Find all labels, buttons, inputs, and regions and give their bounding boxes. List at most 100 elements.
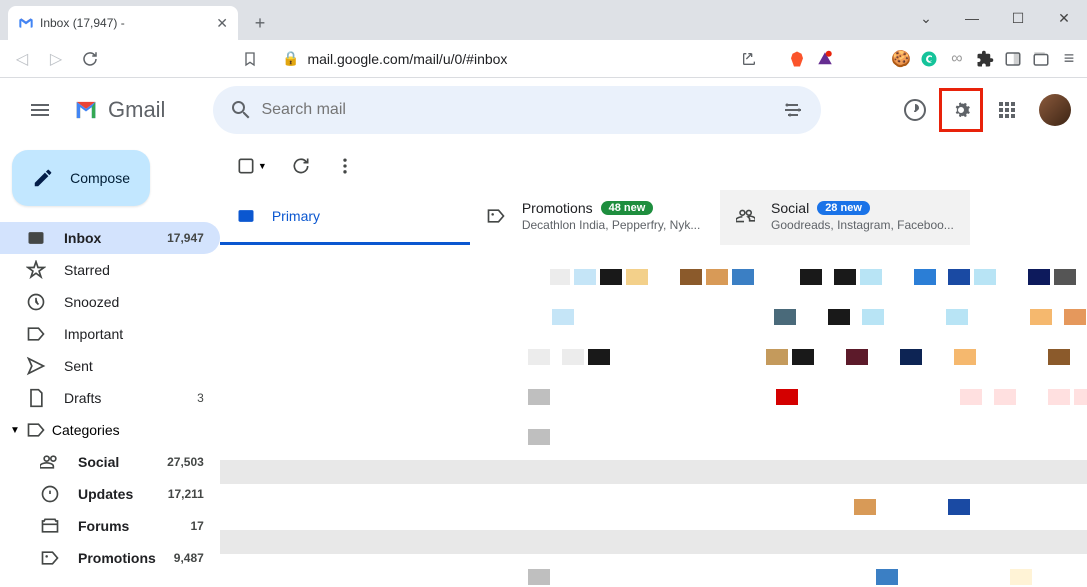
nav-label: Important [64,326,186,342]
extension-icons: 🍪 ∞ ≡ [787,49,1079,69]
url-text: mail.google.com/mail/u/0/#inbox [307,51,733,67]
brave-icon[interactable] [787,49,807,69]
nav-forward-icon[interactable]: ▷ [42,45,70,73]
cat-label: Updates [78,486,150,502]
nav-label: Inbox [64,230,149,246]
nav-snoozed[interactable]: Snoozed [0,286,220,318]
nav-inbox[interactable]: Inbox17,947 [0,222,220,254]
cat-count: 27,503 [167,455,204,469]
search-options-icon[interactable] [773,98,813,122]
email-row-redacted[interactable] [280,260,1087,294]
grammarly-icon[interactable] [919,49,939,69]
category-updates[interactable]: Updates17,211 [0,478,220,510]
social-badge: 28 new [817,201,870,215]
tab-primary-label: Primary [272,208,320,224]
toolbar: ▼ 1–50 of 19,203 ▼ [220,142,1087,190]
categories-label: Categories [52,422,120,438]
link-icon[interactable]: ∞ [947,49,967,69]
sent-icon [26,356,46,376]
cat-label: Social [78,454,149,470]
settings-highlight [939,88,983,132]
nav-label: Starred [64,262,186,278]
email-list[interactable] [220,246,1087,587]
nav-back-icon[interactable]: ◁ [8,45,36,73]
starred-icon [26,260,46,280]
bookmark-icon[interactable] [236,45,264,73]
nav-label: Drafts [64,390,179,406]
window-close-icon[interactable]: ✕ [1041,2,1087,34]
categories-header[interactable]: ▼ Categories [0,414,220,446]
forums-icon [40,516,60,536]
email-row-redacted[interactable] [280,380,1087,414]
tab-social[interactable]: Social 28 new Goodreads, Instagram, Face… [720,190,970,245]
refresh-icon[interactable] [291,156,311,176]
search-icon[interactable] [221,98,261,122]
email-row-redacted[interactable] [220,530,1087,554]
support-icon[interactable] [895,90,935,130]
tab-promotions-sub: Decathlon India, Pepperfry, Nyk... [522,218,701,232]
tab-close-icon[interactable]: ✕ [216,15,228,32]
cookie-icon[interactable]: 🍪 [891,49,911,69]
search-input[interactable] [261,101,773,119]
email-row-redacted[interactable] [280,300,1087,334]
email-row-redacted[interactable] [280,420,1087,454]
main-menu-icon[interactable] [16,86,64,134]
window-controls: ⌄ — ☐ ✕ [903,2,1087,34]
nav-drafts[interactable]: Drafts 3 [0,382,220,414]
apps-icon[interactable] [987,90,1027,130]
caret-down-icon: ▼ [258,161,267,171]
nav-reload-icon[interactable] [76,45,104,73]
email-row-redacted[interactable] [280,490,1087,524]
lock-icon: 🔒 [282,50,299,67]
cat-label: Forums [78,518,172,534]
account-avatar[interactable] [1039,94,1071,126]
chevron-down-icon: ▼ [10,425,20,436]
email-row-redacted[interactable] [280,560,1087,587]
gmail-favicon [18,15,34,31]
category-forums[interactable]: Forums 17 [0,510,220,542]
compose-label: Compose [70,170,130,186]
tabs-dropdown-icon[interactable]: ⌄ [903,2,949,34]
email-row-redacted[interactable] [220,460,1087,484]
snoozed-icon [26,292,46,312]
wallet-icon[interactable] [1031,49,1051,69]
more-icon[interactable] [335,156,355,176]
tab-primary[interactable]: Primary [220,190,470,245]
tab-promotions[interactable]: Promotions 48 new Decathlon India, Peppe… [470,190,720,245]
important-icon [26,324,46,344]
share-icon[interactable] [741,51,757,67]
sidepanel-icon[interactable] [1003,49,1023,69]
tab-promotions-label: Promotions [522,200,593,216]
browser-tab[interactable]: Inbox (17,947) - ✕ [8,6,238,40]
nav-sent[interactable]: Sent [0,350,220,382]
settings-icon[interactable] [944,93,978,127]
category-promotions[interactable]: Promotions9,487 [0,542,220,574]
url-box[interactable]: 🔒 mail.google.com/mail/u/0/#inbox [270,44,769,74]
inbox-icon [26,228,46,248]
new-tab-button[interactable]: + [246,9,274,37]
nav-count: 3 [197,391,204,405]
social-icon [40,452,60,472]
browser-menu-icon[interactable]: ≡ [1059,49,1079,69]
category-tabs: Primary Promotions 48 new Decathlon Indi… [220,190,1087,246]
search-box[interactable] [213,86,821,134]
extensions-icon[interactable] [975,49,995,69]
drafts-icon [26,388,46,408]
gmail-logo[interactable]: Gmail [72,96,165,124]
brave-rewards-icon[interactable] [815,49,835,69]
select-all-checkbox[interactable]: ▼ [236,156,267,176]
cat-count: 17 [190,519,203,533]
window-minimize-icon[interactable]: — [949,2,995,34]
updates-icon [40,484,60,504]
email-row-redacted[interactable] [280,340,1087,374]
gmail-header: Gmail [0,78,1087,142]
category-social[interactable]: Social 27,503 [0,446,220,478]
tab-title: Inbox (17,947) - [40,16,210,30]
nav-starred[interactable]: Starred [0,254,220,286]
tab-social-label: Social [771,200,809,216]
compose-button[interactable]: Compose [12,150,150,206]
cat-label: Promotions [78,550,156,566]
nav-important[interactable]: Important [0,318,220,350]
window-maximize-icon[interactable]: ☐ [995,2,1041,34]
address-bar: ◁ ▷ 🔒 mail.google.com/mail/u/0/#inbox 🍪 … [0,40,1087,78]
